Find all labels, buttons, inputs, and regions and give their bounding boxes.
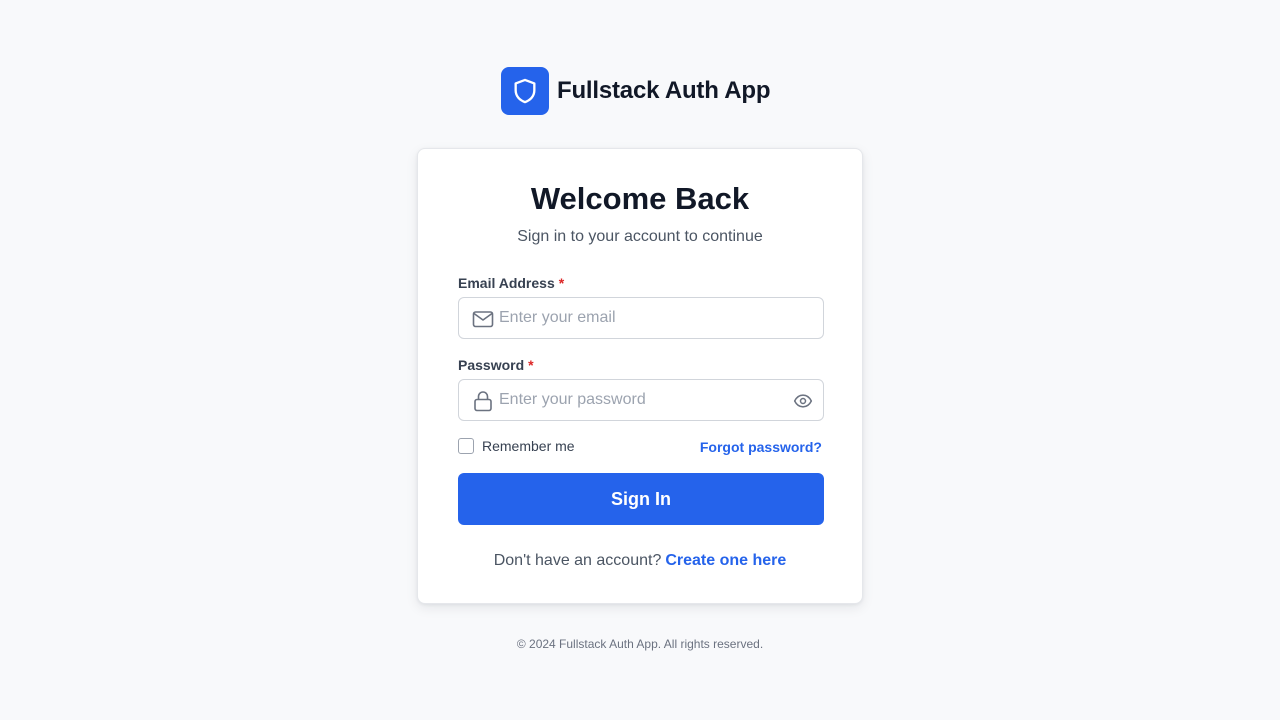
email-label: Email Address * (458, 274, 564, 292)
sign-in-button[interactable]: Sign In (458, 473, 824, 525)
mail-icon (472, 311, 494, 328)
page-title: Welcome Back (530, 181, 750, 216)
page-subtitle: Sign in to your account to continue (517, 228, 763, 245)
remember-me-checkbox[interactable] (458, 438, 474, 454)
remember-me-label[interactable]: Remember me (482, 438, 575, 454)
forgot-password-link[interactable]: Forgot password? (700, 438, 822, 456)
email-field-wrapper[interactable] (458, 297, 824, 339)
remember-me[interactable]: Remember me (458, 438, 575, 454)
signup-prompt: Don't have an account? Create one here (418, 551, 862, 571)
login-card: Welcome Back Sign in to your account to … (417, 148, 863, 604)
eye-icon[interactable] (793, 391, 813, 411)
password-label: Password * (458, 356, 534, 374)
email-field[interactable] (499, 298, 779, 338)
brand-header: Fullstack Auth App (501, 67, 770, 115)
create-account-link[interactable]: Create one here (665, 552, 786, 569)
required-marker: * (528, 357, 534, 373)
app-name: Fullstack Auth App (557, 77, 771, 104)
lock-icon (474, 391, 492, 412)
password-field[interactable] (499, 380, 779, 420)
footer-copyright: © 2024 Fullstack Auth App. All rights re… (516, 637, 764, 651)
signup-prompt-text: Don't have an account? (493, 552, 662, 569)
password-label-text: Password (458, 357, 525, 373)
shield-icon (501, 67, 549, 115)
password-field-wrapper[interactable] (458, 379, 824, 421)
email-label-text: Email Address (458, 275, 555, 291)
required-marker: * (558, 275, 565, 291)
